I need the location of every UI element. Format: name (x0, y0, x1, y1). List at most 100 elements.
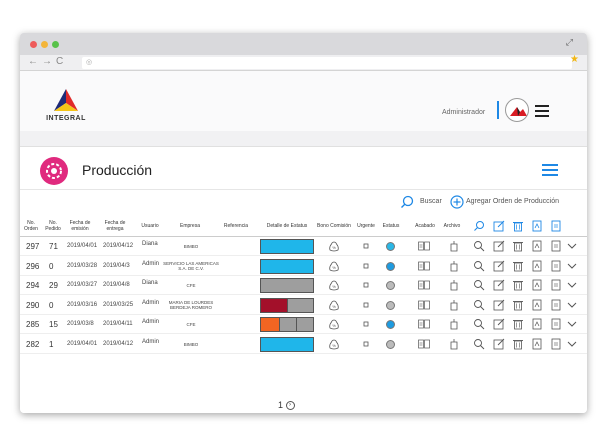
document-icon[interactable] (550, 240, 562, 252)
urgent-checkbox[interactable] (360, 338, 372, 350)
finish-options-icon[interactable] (418, 279, 430, 291)
search-button[interactable]: Buscar (420, 198, 442, 205)
add-order-button[interactable]: Agregar Orden de Producción (466, 198, 559, 205)
trash-icon[interactable] (512, 240, 524, 252)
col-orden[interactable]: No. Orden (22, 220, 40, 232)
file-upload-icon[interactable] (448, 279, 460, 291)
status-detail-bar[interactable] (260, 317, 314, 332)
menu-hamburger-icon[interactable] (542, 164, 558, 179)
table-row[interactable]: 296 0 2019/03/28 2019/04/3 Admin SERVICI… (20, 257, 587, 276)
status-detail-bar[interactable] (260, 336, 314, 352)
url-field[interactable]: ◎ (82, 57, 572, 69)
edit-icon[interactable] (493, 279, 505, 291)
pdf-icon[interactable] (531, 240, 543, 252)
finish-options-icon[interactable] (418, 338, 430, 350)
edit-icon[interactable] (493, 318, 505, 330)
money-bag-icon[interactable]: % (328, 338, 340, 350)
status-detail-bar[interactable] (260, 297, 314, 313)
money-bag-icon[interactable]: % (328, 299, 340, 311)
minimize-window-button[interactable] (41, 41, 48, 48)
document-icon[interactable] (550, 338, 562, 350)
page-number[interactable]: 1 (278, 400, 283, 410)
chevron-down-icon[interactable] (566, 240, 578, 252)
table-row[interactable]: 290 0 2019/03/16 2019/03/25 Admin MARIA … (20, 296, 587, 315)
status-detail-bar[interactable] (260, 278, 314, 293)
urgent-checkbox[interactable] (360, 260, 372, 272)
edit-icon[interactable] (493, 240, 505, 252)
search-icon[interactable] (473, 299, 485, 311)
finish-options-icon[interactable] (418, 240, 430, 252)
search-icon[interactable] (473, 318, 485, 330)
trash-icon[interactable] (512, 260, 524, 272)
integral-logo[interactable]: INTEGRAL (36, 87, 96, 127)
col-bono-comision[interactable]: Bono Comisión (314, 223, 354, 229)
trash-icon[interactable] (512, 338, 524, 350)
search-icon[interactable] (473, 240, 485, 252)
chevron-down-icon[interactable] (566, 299, 578, 311)
maximize-window-button[interactable] (52, 41, 59, 48)
pager[interactable]: 1 › (278, 400, 295, 411)
header-trash-icon[interactable] (512, 220, 524, 232)
col-acabado[interactable]: Acabado (412, 223, 438, 229)
col-referencia[interactable]: Referencia (220, 223, 252, 229)
search-icon[interactable] (473, 260, 485, 272)
document-icon[interactable] (550, 279, 562, 291)
finish-options-icon[interactable] (418, 260, 430, 272)
chevron-down-icon[interactable] (566, 338, 578, 350)
reload-icon[interactable]: C (56, 56, 63, 67)
document-icon[interactable] (550, 260, 562, 272)
header-document-icon[interactable] (550, 220, 562, 232)
col-urgente[interactable]: Urgente (354, 223, 378, 229)
next-page-icon[interactable]: › (285, 401, 295, 411)
finish-options-icon[interactable] (418, 299, 430, 311)
trash-icon[interactable] (512, 279, 524, 291)
col-pedido[interactable]: No. Pedido (44, 220, 62, 232)
urgent-checkbox[interactable] (360, 318, 372, 330)
file-upload-icon[interactable] (448, 338, 460, 350)
chevron-down-icon[interactable] (566, 318, 578, 330)
chevron-down-icon[interactable] (566, 279, 578, 291)
finish-options-icon[interactable] (418, 318, 430, 330)
search-icon[interactable] (473, 338, 485, 350)
header-edit-icon[interactable] (493, 220, 505, 232)
urgent-checkbox[interactable] (360, 240, 372, 252)
back-icon[interactable]: ← (28, 56, 38, 67)
document-icon[interactable] (550, 299, 562, 311)
money-bag-icon[interactable]: % (328, 318, 340, 330)
pdf-icon[interactable] (531, 260, 543, 272)
pdf-icon[interactable] (531, 318, 543, 330)
header-pdf-icon[interactable] (531, 220, 543, 232)
table-row[interactable]: 294 29 2019/03/27 2019/04/8 Diana CFE % (20, 276, 587, 295)
search-icon[interactable] (400, 195, 414, 209)
hamburger-icon[interactable] (535, 105, 549, 120)
edit-icon[interactable] (493, 299, 505, 311)
money-bag-icon[interactable]: % (328, 240, 340, 252)
bookmark-star-icon[interactable]: ★ (570, 54, 579, 65)
chevron-down-icon[interactable] (566, 260, 578, 272)
col-estatus[interactable]: Estatus (379, 223, 403, 229)
file-upload-icon[interactable] (448, 260, 460, 272)
col-empresa[interactable]: Empresa (175, 223, 205, 229)
col-usuario[interactable]: Usuario (137, 223, 163, 229)
document-icon[interactable] (550, 318, 562, 330)
col-detalle-estatus[interactable]: Detalle de Estatus (260, 223, 314, 229)
header-search-icon[interactable] (473, 220, 485, 232)
file-upload-icon[interactable] (448, 299, 460, 311)
trash-icon[interactable] (512, 318, 524, 330)
file-upload-icon[interactable] (448, 240, 460, 252)
table-row[interactable]: 282 1 2019/04/01 2019/04/12 Admin BIMBO … (20, 335, 587, 354)
status-detail-bar[interactable] (260, 239, 314, 254)
trash-icon[interactable] (512, 299, 524, 311)
urgent-checkbox[interactable] (360, 299, 372, 311)
money-bag-icon[interactable]: % (328, 260, 340, 272)
money-bag-icon[interactable]: % (328, 279, 340, 291)
pdf-icon[interactable] (531, 299, 543, 311)
edit-icon[interactable] (493, 338, 505, 350)
urgent-checkbox[interactable] (360, 279, 372, 291)
edit-icon[interactable] (493, 260, 505, 272)
col-emision[interactable]: Fecha de emisión (67, 220, 93, 232)
pdf-icon[interactable] (531, 279, 543, 291)
expand-icon[interactable]: ⤢ (566, 37, 573, 48)
file-upload-icon[interactable] (448, 318, 460, 330)
table-row[interactable]: 297 71 2019/04/01 2019/04/12 Diana BIMBO… (20, 237, 587, 256)
